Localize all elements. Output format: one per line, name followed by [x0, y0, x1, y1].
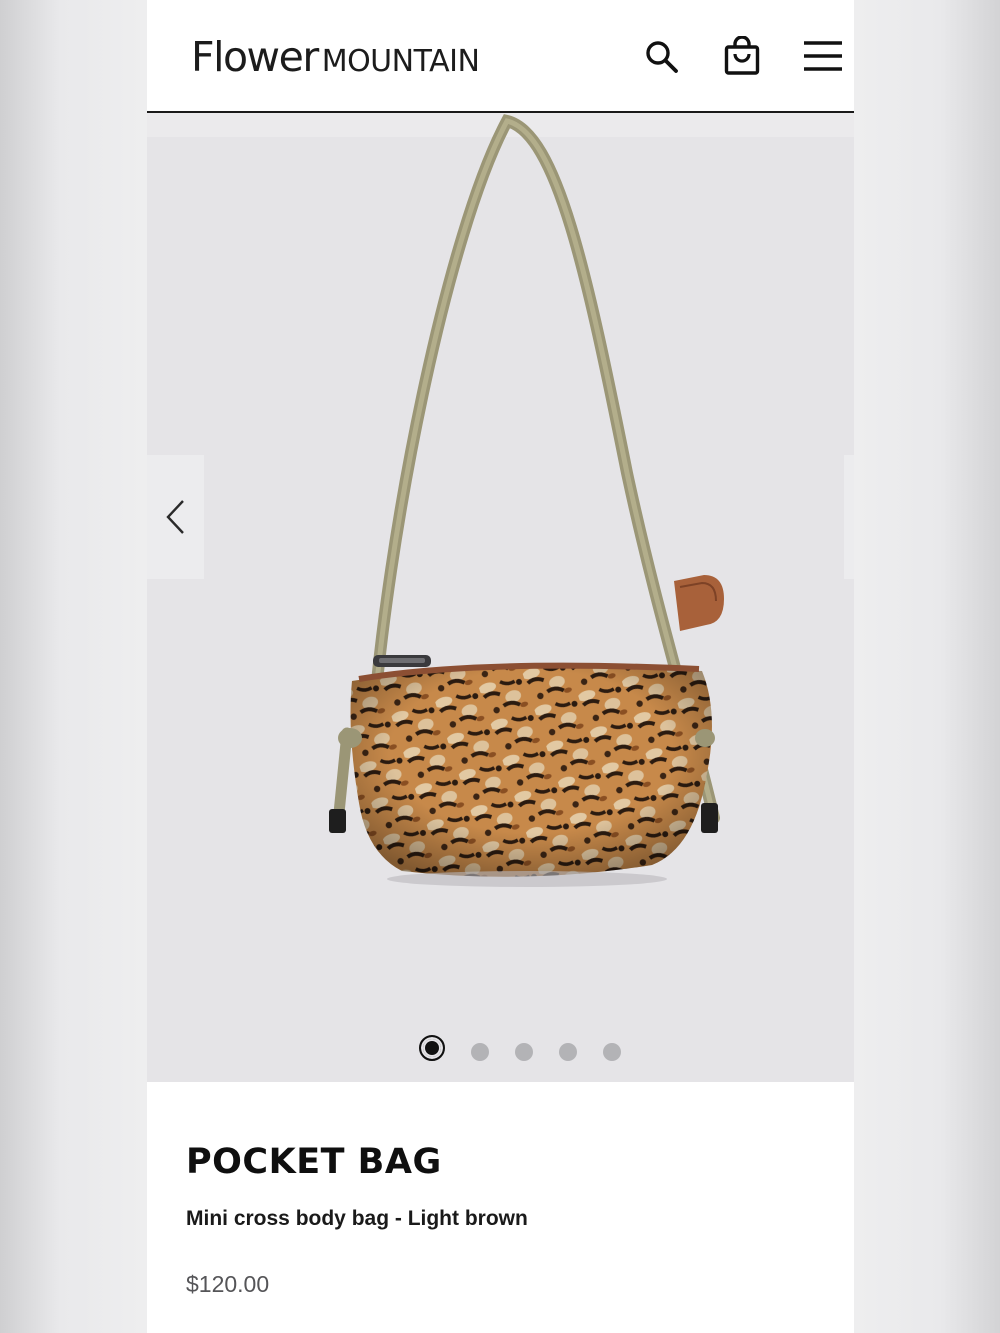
carousel-dot-4[interactable] [559, 1043, 577, 1061]
carousel-dot-2[interactable] [471, 1043, 489, 1061]
product-image-carousel[interactable] [147, 113, 854, 1082]
product-title: POCKET BAG [186, 1142, 442, 1182]
carousel-dot-1[interactable] [419, 1035, 445, 1061]
brand-logo[interactable]: Flower MOUNTAIN [191, 33, 480, 81]
carousel-dot-3[interactable] [515, 1043, 533, 1061]
brand-logo-word-mountain: MOUNTAIN [321, 44, 480, 79]
previous-image-button[interactable] [147, 455, 204, 579]
shopping-bag-icon[interactable] [722, 36, 762, 76]
chevron-left-icon [165, 500, 184, 534]
product-page: Flower MOUNTAIN POCKET BAG Mini cross bo… [147, 0, 854, 1333]
product-info: POCKET BAG Mini cross body bag - Light b… [186, 1140, 826, 1298]
menu-icon[interactable] [803, 36, 843, 76]
carousel-dot-5[interactable] [603, 1043, 621, 1061]
product-image [329, 114, 724, 887]
search-icon[interactable] [641, 36, 681, 76]
brand-logo-word-flower: Flower [191, 33, 319, 81]
product-price: $120.00 [186, 1271, 270, 1297]
carousel-pagination [419, 1035, 639, 1067]
next-image-button[interactable] [844, 455, 854, 579]
product-subtitle: Mini cross body bag - Light brown [186, 1207, 528, 1230]
site-header: Flower MOUNTAIN [147, 0, 854, 113]
